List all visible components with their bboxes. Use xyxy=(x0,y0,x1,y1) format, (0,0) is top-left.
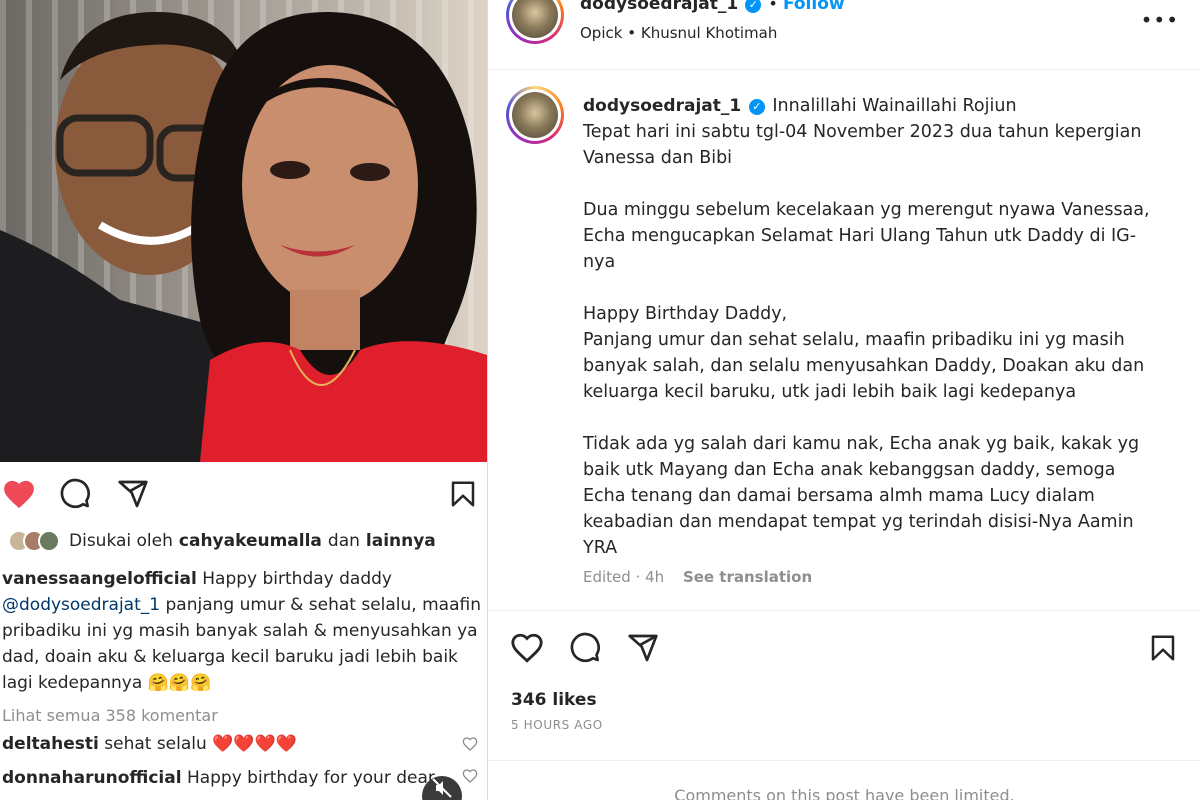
caption-line: Tepat hari ini sabtu tgl-04 November 202… xyxy=(583,122,1142,142)
caption-line1: Happy birthday daddy xyxy=(202,569,392,589)
couple-illustration xyxy=(0,11,487,462)
heart-outline-icon[interactable] xyxy=(510,632,544,664)
avatar xyxy=(38,530,60,552)
right-post-panel: dodysoedrajat_1 ✓ • Follow Opick • Khusn… xyxy=(487,0,1200,800)
mute-button[interactable] xyxy=(422,776,462,800)
header-user-row: dodysoedrajat_1 ✓ • Follow xyxy=(580,0,845,14)
edited-timestamp: Edited · 4h xyxy=(583,568,665,586)
post-timestamp: 5 HOURS AGO xyxy=(511,718,603,732)
right-action-bar xyxy=(488,632,1200,666)
comment-like-icon[interactable] xyxy=(462,768,478,784)
see-translation-link[interactable]: See translation xyxy=(683,568,812,586)
comments-limited-notice: Comments on this post have been limited. xyxy=(674,786,1015,800)
liked-by-others[interactable]: lainnya xyxy=(366,531,436,551)
comment-username[interactable]: deltahesti xyxy=(2,734,99,754)
more-options-icon[interactable]: ••• xyxy=(1141,8,1179,32)
bookmark-icon[interactable] xyxy=(1148,632,1178,664)
left-post-panel: Disukai oleh cahyakeumalla dan lainnya v… xyxy=(0,0,487,800)
caption-line: nya xyxy=(583,252,616,272)
comment-icon[interactable] xyxy=(58,478,92,510)
caption-line: Innalillahi Wainaillahi Rojiun xyxy=(772,96,1017,116)
verified-badge-icon: ✓ xyxy=(748,99,765,115)
divider xyxy=(488,760,1200,761)
comment-text: sehat selalu ❤️❤️❤️❤️ xyxy=(104,734,297,754)
liked-by-row: Disukai oleh cahyakeumalla dan lainnya xyxy=(8,530,436,552)
caption-line: Dua minggu sebelum kecelakaan yg merengu… xyxy=(583,200,1150,220)
caption-line: keluarga kecil baruku, utk jadi lebih ba… xyxy=(583,382,1077,402)
caption-meta: Edited · 4h See translation xyxy=(583,568,812,586)
share-icon[interactable] xyxy=(626,632,660,664)
caption-line: Tidak ada yg salah dari kamu nak, Echa a… xyxy=(583,434,1140,454)
comment-text: Happy birthday for your dear xyxy=(186,768,435,788)
song-separator: • xyxy=(627,24,637,42)
caption-line: baik utk Mayang dan Echa anak kebanggsan… xyxy=(583,460,1116,480)
comment-icon[interactable] xyxy=(568,632,602,664)
caption-line: Panjang umur dan sehat selalu, maafin pr… xyxy=(583,330,1125,350)
audio-track[interactable]: Opick • Khusnul Khotimah xyxy=(580,24,777,42)
caption-line: Echa mengucapkan Selamat Hari Ulang Tahu… xyxy=(583,226,1137,246)
song-artist: Opick xyxy=(580,24,623,42)
header-username[interactable]: dodysoedrajat_1 xyxy=(580,0,738,14)
heart-filled-icon[interactable] xyxy=(2,478,36,510)
liked-by-user[interactable]: cahyakeumalla xyxy=(179,531,322,551)
caption-line: Echa tenang dan damai bersama almh mama … xyxy=(583,486,1095,506)
bookmark-icon[interactable] xyxy=(448,478,478,510)
header-avatar[interactable] xyxy=(506,0,564,44)
post-header: dodysoedrajat_1 ✓ • Follow Opick • Khusn… xyxy=(488,0,1200,70)
song-title: Khusnul Khotimah xyxy=(640,24,778,42)
caption-line: YRA xyxy=(583,538,618,558)
caption-line: Vanessa dan Bibi xyxy=(583,148,733,168)
speaker-muted-icon xyxy=(432,778,452,798)
comment-row: donnaharunofficial Happy birthday for yo… xyxy=(2,768,457,788)
caption-emoji: 🤗🤗🤗 xyxy=(147,673,212,693)
caption-mention[interactable]: @dodysoedrajat_1 xyxy=(2,595,160,615)
caption-username[interactable]: vanessaangelofficial xyxy=(2,569,197,589)
caption-first-line: dodysoedrajat_1 ✓ Innalillahi Wainaillah… xyxy=(583,93,1168,119)
post-caption: dodysoedrajat_1 ✓ Innalillahi Wainaillah… xyxy=(583,93,1168,561)
liked-by-avatars[interactable] xyxy=(8,530,60,552)
left-caption: vanessaangelofficial Happy birthday dadd… xyxy=(2,566,482,696)
caption-line: banyak salah, dan selalu menyusahkan Dad… xyxy=(583,356,1145,376)
verified-badge-icon: ✓ xyxy=(745,0,762,13)
caption-avatar[interactable] xyxy=(506,86,564,144)
liked-by-and: dan xyxy=(327,531,360,551)
likes-count[interactable]: 346 likes xyxy=(511,690,597,710)
follow-button[interactable]: Follow xyxy=(783,0,845,14)
divider xyxy=(488,610,1200,611)
comment-like-icon[interactable] xyxy=(462,736,478,752)
liked-by-prefix: Disukai oleh xyxy=(69,531,173,551)
left-action-bar xyxy=(0,478,487,510)
caption-line: keabadian dan mendapat tempat yg terinda… xyxy=(583,512,1134,532)
comment-username[interactable]: donnaharunofficial xyxy=(2,768,182,788)
view-all-comments-link[interactable]: Lihat semua 358 komentar xyxy=(2,706,218,725)
profile-photo xyxy=(512,92,558,138)
share-icon[interactable] xyxy=(116,478,150,510)
comment-row: deltahesti sehat selalu ❤️❤️❤️❤️ xyxy=(2,734,457,754)
caption-line: Happy Birthday Daddy, xyxy=(583,304,788,324)
caption-username[interactable]: dodysoedrajat_1 xyxy=(583,96,741,116)
post-photo[interactable] xyxy=(0,0,487,462)
